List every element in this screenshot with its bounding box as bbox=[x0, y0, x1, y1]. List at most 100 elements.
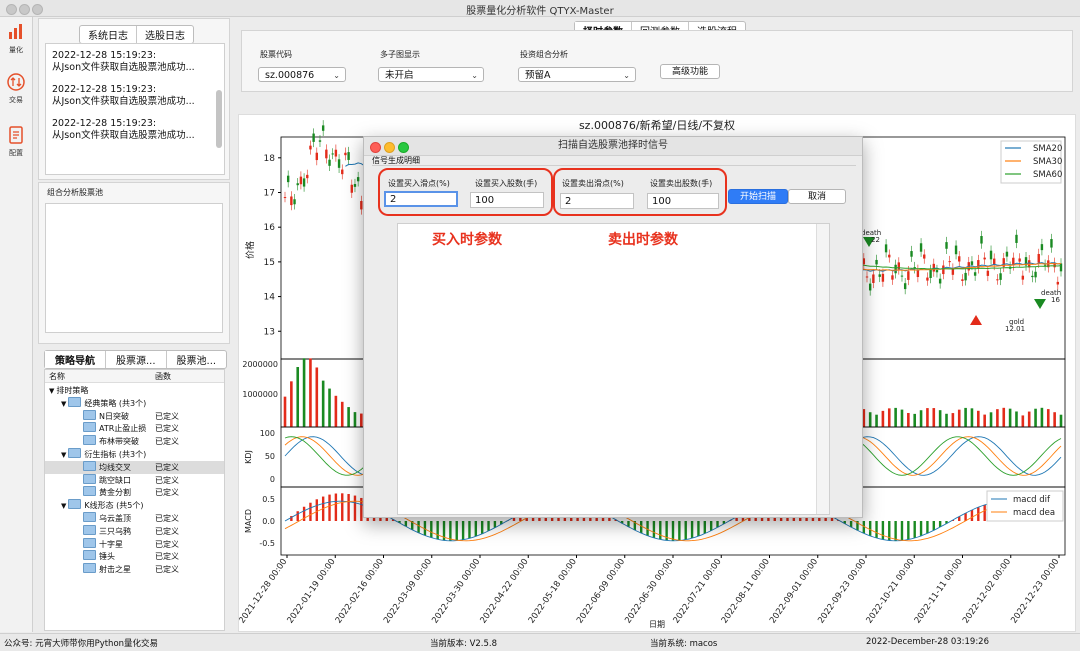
sidebar-item-quant[interactable]: 量化 bbox=[0, 23, 32, 55]
macd-bar bbox=[640, 521, 642, 533]
candle-body bbox=[945, 242, 947, 249]
tree-row[interactable]: 射击之星已定义 bbox=[45, 563, 224, 576]
candle-body bbox=[936, 270, 938, 272]
x-tick-label: 2022-08-11 00:00 bbox=[720, 557, 772, 625]
candle-body bbox=[961, 279, 963, 281]
candle-body bbox=[955, 246, 957, 255]
candle-body bbox=[942, 265, 944, 274]
tree-row-name: 三只乌鸦 bbox=[99, 527, 131, 536]
tree-row[interactable]: 布林带突破已定义 bbox=[45, 435, 224, 448]
tree-row[interactable]: 锤头已定义 bbox=[45, 550, 224, 563]
macd-bar bbox=[430, 521, 432, 538]
dialog-zoom-button[interactable] bbox=[398, 142, 409, 153]
macd-bar bbox=[487, 521, 489, 531]
candle-body bbox=[866, 276, 868, 277]
candle-body bbox=[964, 273, 966, 280]
tab-selection-log[interactable]: 选股日志 bbox=[137, 26, 193, 43]
candle-body bbox=[303, 178, 305, 186]
candle-body bbox=[891, 275, 893, 279]
log-scrollbar[interactable] bbox=[216, 90, 222, 148]
candle-body bbox=[929, 270, 931, 278]
tree-row[interactable]: 十字星 已定义 bbox=[45, 538, 224, 551]
folder-icon bbox=[83, 435, 96, 445]
x-tick-label: 2022-06-30 00:00 bbox=[623, 557, 675, 625]
macd-bar bbox=[901, 521, 903, 540]
dialog-minimize-button[interactable] bbox=[384, 142, 395, 153]
kdj-axis-label: KDJ bbox=[244, 450, 253, 464]
multi-display-select[interactable]: 未开启⌄ bbox=[378, 67, 484, 82]
tab-stock-pool[interactable]: 股票池... bbox=[167, 351, 227, 368]
tree-row[interactable]: ▼衍生指标 (共3个) bbox=[45, 448, 224, 461]
tab-strategy-nav[interactable]: 策略导航 bbox=[45, 351, 106, 368]
candle-body bbox=[332, 153, 334, 154]
volume-bar bbox=[983, 415, 986, 427]
disclosure-triangle-icon[interactable]: ▼ bbox=[61, 451, 66, 459]
price-tick-label: 16 bbox=[264, 223, 276, 233]
tree-row[interactable]: 三只乌鸦 已定义 bbox=[45, 525, 224, 538]
kdj-tick-label: 50 bbox=[265, 452, 275, 461]
tree-header: 名称 函数 bbox=[45, 370, 224, 383]
tree-row[interactable]: ATR止盈止损已定义 bbox=[45, 422, 224, 435]
tree-row-name: 十字星 bbox=[99, 540, 123, 549]
tree-row[interactable]: N日突破已定义 bbox=[45, 410, 224, 423]
tree-row[interactable]: ▼经典策略 (共3个) bbox=[45, 397, 224, 410]
window-title: 股票量化分析软件 QTYX-Master bbox=[0, 2, 1080, 17]
tree-row-name: 均线交叉 bbox=[99, 463, 131, 472]
macd-bar bbox=[653, 521, 655, 538]
tree-row-func: 已定义 bbox=[155, 538, 179, 551]
disclosure-triangle-icon[interactable]: ▼ bbox=[49, 387, 54, 395]
volume-bar bbox=[932, 408, 935, 427]
annotation-label: 12.01 bbox=[1005, 325, 1025, 333]
candle-body bbox=[983, 258, 985, 260]
candle-body bbox=[901, 276, 903, 277]
candle-body bbox=[316, 153, 318, 160]
result-scrollbar[interactable] bbox=[816, 224, 829, 514]
folder-icon bbox=[83, 512, 96, 522]
tab-stock-source[interactable]: 股票源... bbox=[106, 351, 167, 368]
portfolio-label: 投资组合分析 bbox=[520, 49, 568, 60]
macd-bar bbox=[328, 495, 330, 521]
candle-body bbox=[939, 279, 941, 284]
disclosure-triangle-icon[interactable]: ▼ bbox=[61, 502, 66, 510]
legend-label: macd dif bbox=[1013, 495, 1051, 505]
tree-row[interactable]: ▼K线形态 (共5个) bbox=[45, 499, 224, 512]
volume-bar bbox=[952, 413, 955, 427]
tree-row-name: 排时策略 bbox=[56, 386, 88, 395]
x-axis-label: 日期 bbox=[649, 620, 665, 629]
signal-result-list[interactable] bbox=[397, 223, 830, 515]
disclosure-triangle-icon[interactable]: ▼ bbox=[61, 400, 66, 408]
advanced-button[interactable]: 高级功能 bbox=[660, 64, 720, 79]
sidebar-item-config[interactable]: 配置 bbox=[0, 126, 32, 158]
tree-row-func: 已定义 bbox=[155, 525, 179, 538]
sidebar-item-trade[interactable]: 交易 bbox=[0, 73, 32, 105]
pool-list[interactable] bbox=[45, 203, 223, 333]
tree-row[interactable]: 黄金分割已定义 bbox=[45, 486, 224, 499]
dialog-close-button[interactable] bbox=[370, 142, 381, 153]
candle-body bbox=[952, 269, 954, 275]
volume-bar bbox=[296, 367, 299, 427]
log-list[interactable]: 2022-12-28 15:19:23:从Json文件获取自选股票池成功... … bbox=[45, 43, 225, 175]
x-tick-label: 2022-05-18 00:00 bbox=[527, 557, 579, 625]
candle-body bbox=[907, 271, 909, 280]
tab-system-log[interactable]: 系统日志 bbox=[80, 26, 137, 43]
candle-body bbox=[971, 261, 973, 265]
folder-icon bbox=[83, 410, 96, 420]
tree-row[interactable]: 均线交叉已定义 bbox=[45, 461, 224, 474]
macd-bar bbox=[914, 521, 916, 538]
tree-row[interactable]: ▼排时策略 bbox=[45, 384, 224, 397]
log-entry: 2022-12-28 15:19:23:从Json文件获取自选股票池成功... bbox=[46, 84, 224, 108]
tree-row-func: 已定义 bbox=[155, 422, 179, 435]
candle-body bbox=[341, 170, 343, 175]
stock-code-label: 股票代码 bbox=[260, 49, 292, 60]
cancel-button[interactable]: 取消 bbox=[788, 189, 846, 204]
sidebar: 量化 交易 配置 bbox=[0, 17, 33, 632]
candle-body bbox=[1015, 235, 1017, 243]
portfolio-select[interactable]: 预留A⌄ bbox=[518, 67, 636, 82]
start-scan-button[interactable]: 开始扫描 bbox=[728, 189, 788, 204]
tree-row[interactable]: 跳空缺口已定义 bbox=[45, 474, 224, 487]
macd-bar bbox=[875, 521, 877, 538]
tree-row[interactable]: 乌云盖顶已定义 bbox=[45, 512, 224, 525]
candle-body bbox=[996, 279, 998, 280]
volume-bar bbox=[1041, 408, 1044, 427]
stock-code-select[interactable]: sz.000876⌄ bbox=[258, 67, 346, 82]
